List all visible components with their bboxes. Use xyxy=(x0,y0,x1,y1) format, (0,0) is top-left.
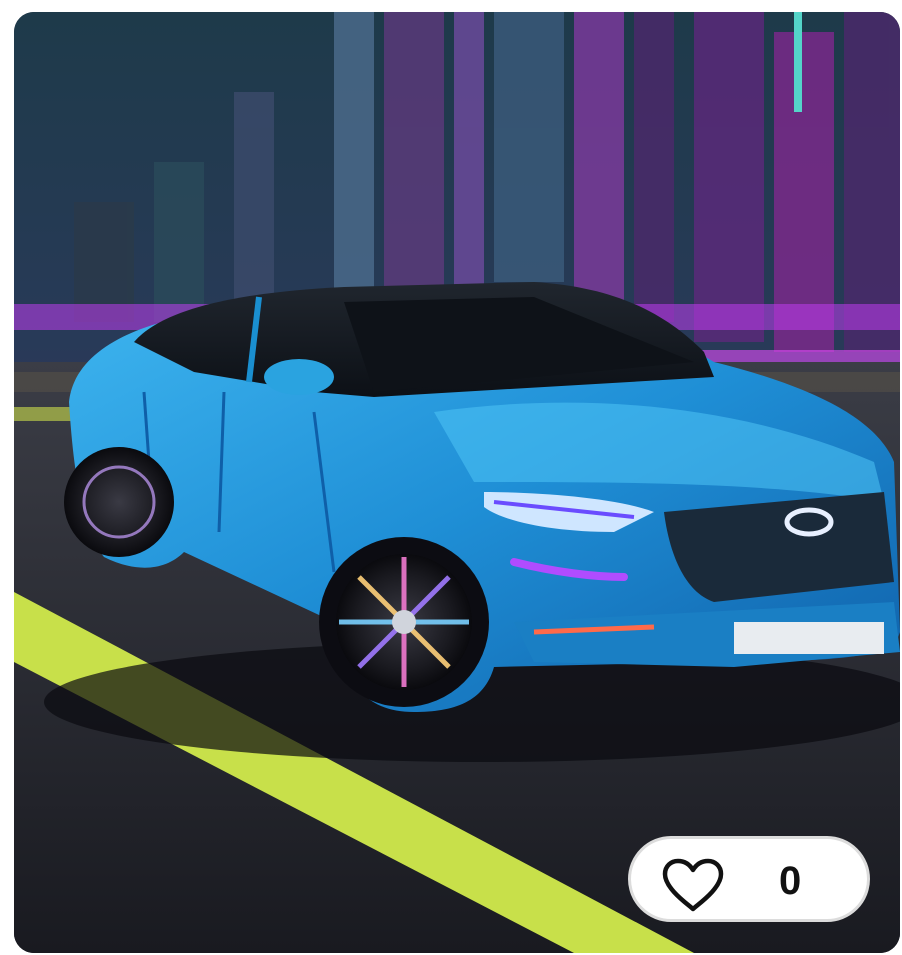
car-image xyxy=(14,12,900,953)
image-card[interactable]: 0 xyxy=(14,12,900,953)
heart-outline-icon xyxy=(662,858,724,912)
like-count: 0 xyxy=(779,859,802,903)
like-button[interactable]: 0 xyxy=(628,836,870,922)
